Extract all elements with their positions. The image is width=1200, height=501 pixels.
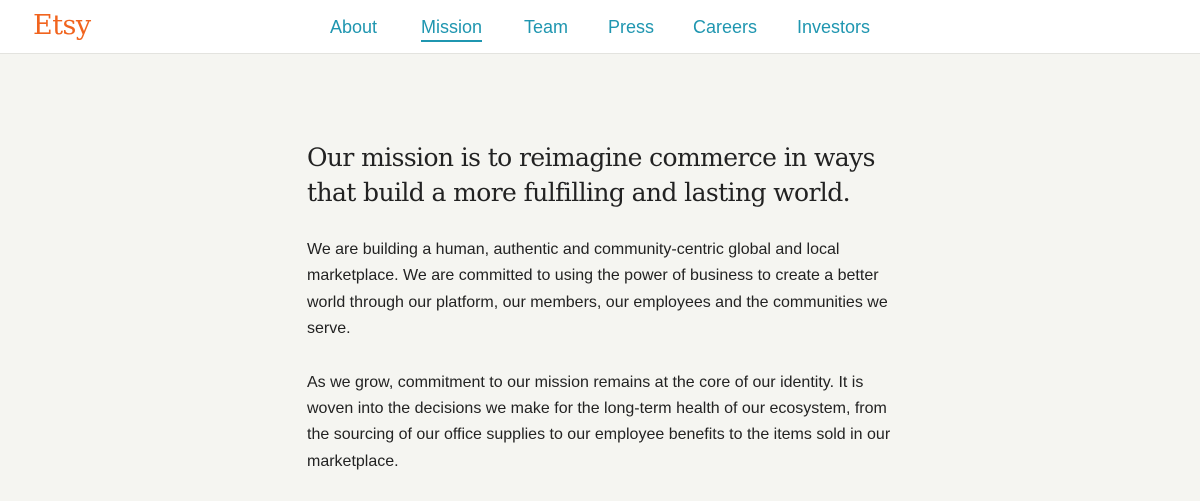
nav-press[interactable]: Press — [608, 15, 654, 39]
nav-investors[interactable]: Investors — [797, 15, 870, 39]
nav-careers[interactable]: Careers — [693, 15, 757, 39]
nav-mission[interactable]: Mission — [421, 15, 483, 42]
mission-content: Our mission is to reimagine commerce in … — [307, 140, 897, 475]
mission-headline: Our mission is to reimagine commerce in … — [307, 143, 875, 207]
main-nav: About Mission Team Press Careers Investo… — [0, 0, 1200, 54]
site-header: Etsy About Mission Team Press Careers In… — [0, 0, 1200, 54]
mission-paragraph-2: As we grow, commitment to our mission re… — [307, 373, 891, 470]
mission-paragraph-1: We are building a human, authentic and c… — [307, 241, 888, 338]
nav-team[interactable]: Team — [524, 15, 568, 39]
nav-about[interactable]: About — [330, 15, 377, 39]
